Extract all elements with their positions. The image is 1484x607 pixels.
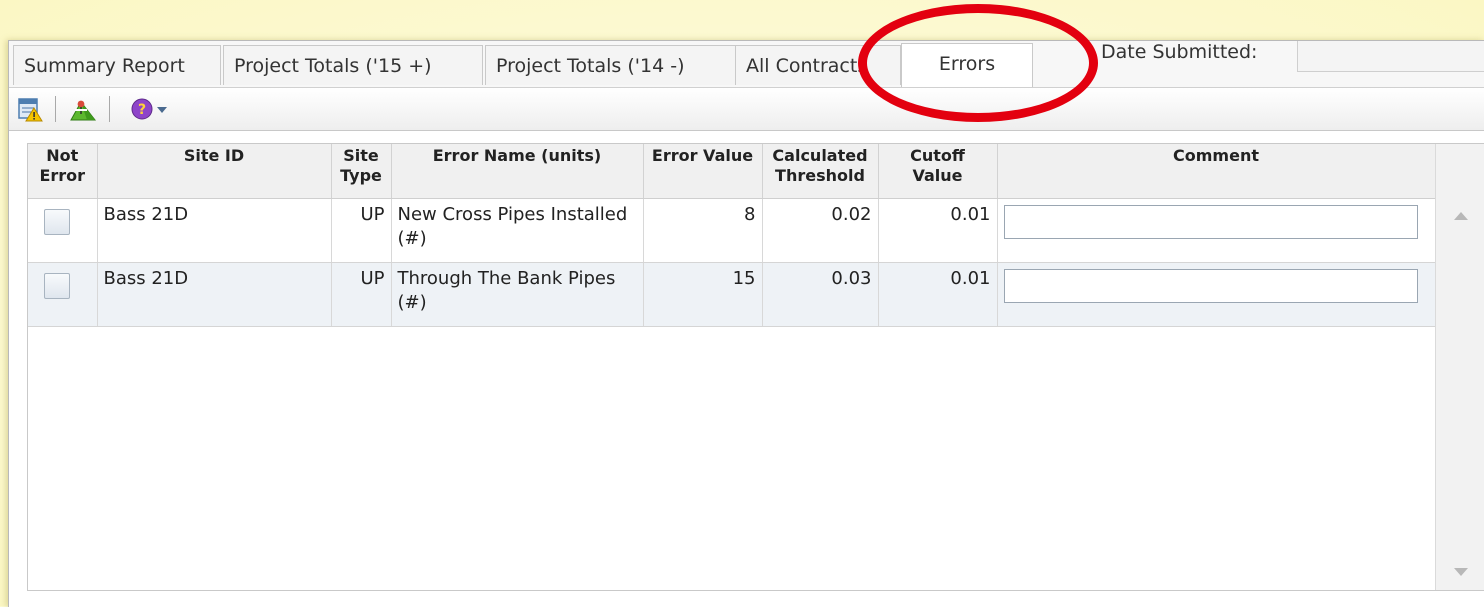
error-value-cell: 8	[643, 198, 763, 263]
comment-cell	[997, 262, 1436, 327]
comment-input[interactable]	[1003, 204, 1418, 239]
errors-table: Not Error Site ID Site Type Error Name (…	[28, 144, 1436, 327]
site-id-cell: Bass 21D	[97, 198, 332, 263]
cutoff-value-cell: 0.01	[878, 198, 998, 263]
errors-grid: Not Error Site ID Site Type Error Name (…	[27, 143, 1484, 591]
vertical-scrollbar[interactable]	[1435, 144, 1484, 590]
column-header-site-type[interactable]: Site Type	[331, 144, 392, 199]
table-row: Bass 21D UP New Cross Pipes Installed (#…	[28, 198, 1436, 263]
site-id-cell: Bass 21D	[97, 262, 332, 327]
column-header-error-value[interactable]: Error Value	[643, 144, 763, 199]
cutoff-value-cell: 0.01	[878, 262, 998, 327]
site-type-cell: UP	[331, 198, 392, 263]
calculated-threshold-cell: 0.02	[762, 198, 879, 263]
not-error-checkbox[interactable]	[44, 272, 70, 299]
scroll-down-icon[interactable]	[1454, 568, 1468, 576]
help-icon[interactable]: ?	[129, 96, 175, 122]
toolbar-separator	[109, 96, 110, 122]
report-panel: Summary Report Project Totals ('15 +) Pr…	[8, 40, 1484, 607]
comment-cell	[997, 198, 1436, 263]
calculated-threshold-cell: 0.03	[762, 262, 879, 327]
toolbar-separator	[55, 96, 56, 122]
column-header-comment[interactable]: Comment	[997, 144, 1436, 199]
column-header-cutoff-value[interactable]: Cutoff Value	[878, 144, 998, 199]
error-name-cell: New Cross Pipes Installed (#)	[391, 198, 644, 263]
error-name-cell: Through The Bank Pipes (#)	[391, 262, 644, 327]
column-header-calculated-threshold[interactable]: Calculated Threshold	[762, 144, 879, 199]
tab-project-totals-14[interactable]: Project Totals ('14 -)	[485, 45, 739, 85]
not-error-cell	[28, 262, 98, 327]
column-header-error-name[interactable]: Error Name (units)	[391, 144, 644, 199]
scroll-up-icon[interactable]	[1454, 212, 1468, 220]
column-header-not-error[interactable]: Not Error	[28, 144, 98, 199]
toolbar: ?	[9, 87, 1484, 131]
not-error-checkbox[interactable]	[44, 208, 70, 235]
comment-input[interactable]	[1003, 268, 1418, 303]
report-warning-icon[interactable]	[17, 96, 43, 122]
tab-errors[interactable]: Errors	[901, 43, 1033, 87]
table-row: Bass 21D UP Through The Bank Pipes (#) 1…	[28, 262, 1436, 327]
tab-bar: Summary Report Project Totals ('15 +) Pr…	[9, 41, 1484, 87]
tab-summary-report[interactable]: Summary Report	[13, 45, 221, 85]
tab-all-contracts[interactable]: All Contracts	[735, 45, 901, 85]
table-header-row: Not Error Site ID Site Type Error Name (…	[28, 144, 1436, 199]
date-submitted-label: Date Submitted:	[1101, 41, 1258, 63]
svg-text:?: ?	[138, 102, 146, 118]
date-submitted-field[interactable]	[1297, 41, 1484, 72]
tab-project-totals-15[interactable]: Project Totals ('15 +)	[223, 45, 483, 85]
site-type-cell: UP	[331, 262, 392, 327]
map-pin-icon[interactable]	[69, 96, 97, 122]
column-header-site-id[interactable]: Site ID	[97, 144, 332, 199]
error-value-cell: 15	[643, 262, 763, 327]
not-error-cell	[28, 198, 98, 263]
